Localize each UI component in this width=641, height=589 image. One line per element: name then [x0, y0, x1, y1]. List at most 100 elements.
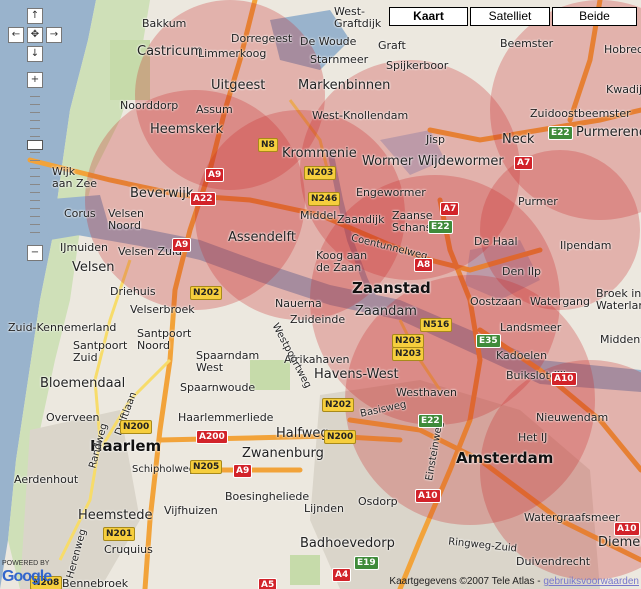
- shield-n203: N203: [392, 347, 425, 361]
- shield-a22: A22: [190, 192, 216, 206]
- place-west-knollendam: West-Knollendam: [312, 109, 409, 122]
- shield-a200: A200: [196, 430, 228, 444]
- place-haarlemmerliede: Haarlemmerliede: [178, 411, 274, 424]
- place-velsen-noord: Velsen Noord: [108, 207, 144, 232]
- shield-e22: E22: [418, 414, 443, 428]
- pan-center-button[interactable]: ✥: [27, 27, 43, 43]
- maptype-satellite-button[interactable]: Satelliet: [470, 7, 550, 26]
- place-middenweg: Middenweg: [600, 333, 641, 346]
- place-graft: Graft: [378, 39, 406, 52]
- shield-n203: N203: [392, 334, 425, 348]
- shield-n516: N516: [420, 318, 453, 332]
- place-uitgeest: Uitgeest: [211, 78, 266, 93]
- place-velserbroek: Velserbroek: [130, 303, 195, 316]
- shield-n8: N8: [258, 138, 278, 152]
- place-spijkerboor: Spijkerboor: [386, 59, 449, 72]
- place-cruquius: Cruquius: [104, 543, 153, 556]
- place-osdorp: Osdorp: [358, 495, 398, 508]
- place-bakkum: Bakkum: [142, 17, 187, 30]
- place-purmerland: Purmer: [518, 195, 558, 208]
- place-santpoort-zuid: Santpoort Zuid: [73, 339, 128, 364]
- place-heemskerk: Heemskerk: [150, 122, 224, 137]
- place-zwanenburg: Zwanenburg: [242, 446, 324, 461]
- zoom-out-button[interactable]: −: [27, 245, 43, 261]
- place-bloemendaal: Bloemendaal: [40, 376, 126, 391]
- google-wordmark: Google: [2, 568, 52, 585]
- place-de-haal: De Haal: [474, 235, 518, 248]
- place-kwadijk: Kwadijk: [606, 83, 641, 96]
- place-bennebroek: Bennebroek: [62, 577, 129, 589]
- shield-e35: E35: [476, 334, 501, 348]
- shield-n201: N201: [103, 527, 136, 541]
- shield-a10: A10: [551, 372, 577, 386]
- place-west-graftdijk: West- Graftdijk: [334, 5, 382, 30]
- powered-by-label: POWERED BY: [2, 560, 50, 567]
- place-krommenie: Krommenie: [282, 146, 357, 161]
- place-wormer: Wormer: [362, 154, 414, 169]
- maptype-map-button[interactable]: Kaart: [389, 7, 468, 26]
- attribution: Kaartgegevens ©2007 Tele Atlas - gebruik…: [389, 576, 639, 587]
- shield-a8: A8: [414, 258, 434, 272]
- place-purmerend: Purmerend: [576, 125, 641, 140]
- place-den-ilp: Den Ilp: [502, 265, 541, 278]
- place-assendelft: Assendelft: [228, 230, 296, 245]
- maptype-hybrid-button[interactable]: Beide: [552, 7, 637, 26]
- shield-n202: N202: [322, 398, 355, 412]
- place-zuid-kennemerland: Zuid-Kennemerland: [8, 321, 117, 334]
- place-assum: Assum: [196, 103, 233, 116]
- place-velsen: Velsen: [72, 260, 115, 275]
- place-zuideinde: Zuideinde: [290, 313, 346, 326]
- shield-n203: N203: [304, 166, 337, 180]
- pan-up-button[interactable]: ↑: [27, 8, 43, 24]
- terms-of-use-link[interactable]: gebruiksvoorwaarden: [543, 576, 639, 587]
- place-dorregeest: Dorregeest: [231, 32, 293, 45]
- place-corus: Corus: [64, 207, 96, 220]
- place-engewormer: Engewormer: [356, 186, 426, 199]
- place-watergraafsmeer: Watergraafsmeer: [524, 511, 620, 524]
- shield-n200: N200: [324, 430, 357, 444]
- map-view[interactable]: Bakkum Castricum Limmerkoog Dorregeest U…: [0, 0, 641, 589]
- shield-a5: A5: [258, 578, 278, 589]
- zoom-in-button[interactable]: +: [27, 72, 43, 88]
- shield-a7: A7: [514, 156, 534, 170]
- place-zaandam: Zaandam: [355, 304, 417, 319]
- place-lijnden: Lijnden: [304, 502, 344, 515]
- place-badhoevedorp: Badhoevedorp: [300, 536, 395, 551]
- place-oostzaan: Oostzaan: [470, 295, 522, 308]
- shield-n202: N202: [190, 286, 223, 300]
- place-driehuis: Driehuis: [110, 285, 156, 298]
- place-broek-in-waterland: Broek in Waterland: [596, 287, 641, 312]
- shield-a7: A7: [440, 202, 460, 216]
- place-beverwijk: Beverwijk: [130, 186, 194, 201]
- shield-e22: E22: [548, 126, 573, 140]
- shield-a4: A4: [332, 568, 352, 582]
- place-amsterdam: Amsterdam: [456, 449, 554, 467]
- place-starnmeer: Starnmeer: [310, 53, 369, 66]
- place-duivendrecht: Duivendrecht: [516, 555, 591, 568]
- shield-e22: E22: [428, 220, 453, 234]
- place-zaanse-schans: Zaanse Schans: [392, 209, 433, 234]
- zoom-slider-handle[interactable]: [27, 140, 43, 150]
- place-watergang: Watergang: [530, 295, 591, 308]
- place-neck: Neck: [502, 132, 535, 147]
- google-logo[interactable]: POWERED BY Google: [2, 560, 52, 586]
- place-markenbinnen: Markenbinnen: [298, 78, 391, 93]
- pan-right-button[interactable]: →: [46, 27, 62, 43]
- place-hobrede: Hobrede: [604, 43, 641, 56]
- place-ijmuiden: IJmuiden: [60, 241, 108, 254]
- road-schipholweg: Schipholweg: [132, 464, 196, 475]
- place-spaarnwoude: Spaarnwoude: [180, 381, 256, 394]
- place-de-woude: De Woude: [300, 35, 357, 48]
- shield-a9: A9: [172, 238, 192, 252]
- pan-down-button[interactable]: ↓: [27, 46, 43, 62]
- place-middel: Middel: [300, 209, 337, 222]
- shield-e19: E19: [354, 556, 379, 570]
- place-nieuwendam: Nieuwendam: [536, 411, 609, 424]
- pan-left-button[interactable]: ←: [8, 27, 24, 43]
- shield-a9: A9: [205, 168, 225, 182]
- zoom-slider[interactable]: [27, 92, 43, 238]
- shield-a10: A10: [614, 522, 640, 536]
- shield-n200: N200: [120, 420, 153, 434]
- place-het-ij: Het IJ: [518, 431, 548, 444]
- place-boesingheliede: Boesingheliede: [225, 490, 310, 503]
